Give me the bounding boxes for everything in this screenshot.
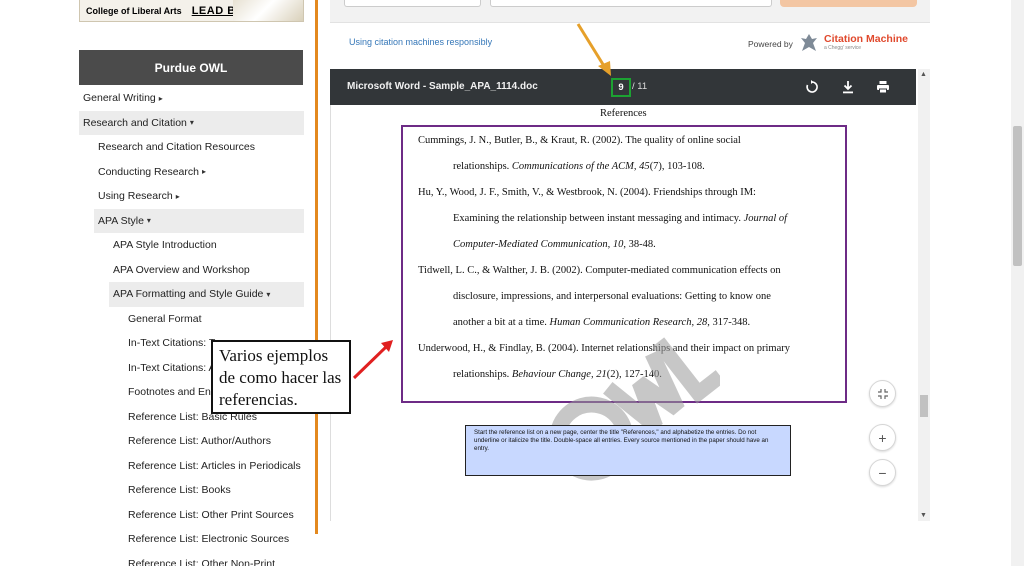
sidebar-item-label: APA Style Introduction xyxy=(113,239,217,252)
reference-instructions-note: Start the reference list on a new page, … xyxy=(465,425,791,476)
reference-line: Underwood, H., & Findlay, B. (2004). Int… xyxy=(418,343,790,354)
pdf-scrollbar-thumb[interactable] xyxy=(920,395,928,417)
caret-right-icon: ▸ xyxy=(158,93,163,103)
sidebar-item-label: Reference List: Articles in Periodicals xyxy=(128,459,301,472)
college-logo[interactable]: College of Liberal Arts LEAD BOLDLY. xyxy=(79,0,304,22)
reference-line: Hu, Y., Wood, J. F., Smith, V., & Westbr… xyxy=(418,187,756,198)
zoom-out-button[interactable]: − xyxy=(869,459,896,486)
sidebar-item[interactable]: Reference List: Author/Authors xyxy=(79,429,304,454)
sidebar-item[interactable]: Conducting Research ▸ xyxy=(79,160,304,185)
reference-line: Cummings, J. N., Butler, B., & Kraut, R.… xyxy=(418,135,741,146)
sidebar-item[interactable]: Research and Citation Resources xyxy=(79,135,304,160)
citation-machines-link[interactable]: Using citation machines responsibly xyxy=(349,37,492,47)
sidebar-header[interactable]: Purdue OWL xyxy=(79,50,303,85)
sidebar-item-label: APA Overview and Workshop xyxy=(113,263,250,276)
sidebar-item[interactable]: APA Style Introduction xyxy=(79,233,304,258)
sidebar-nav: General Writing ▸ Research and Citation ▾ Re… xyxy=(79,86,304,566)
pdf-scrollbar[interactable]: ▲ ▼ xyxy=(918,69,930,521)
plus-icon: + xyxy=(878,429,887,446)
page-root: College of Liberal Arts LEAD BOLDLY. Pur… xyxy=(0,0,1024,566)
sidebar-item-label: General Writing xyxy=(83,92,156,105)
pdf-page-input[interactable]: 9 xyxy=(611,78,631,97)
sidebar-item-label: Reference List: Electronic Sources xyxy=(128,533,290,546)
citation-search-input[interactable] xyxy=(490,0,772,7)
annotation-callout: Varios ejemplos de como hacer las refere… xyxy=(211,340,351,414)
sidebar-item-label: APA Style xyxy=(98,214,144,227)
pdf-toolbar: Microsoft Word - Sample_APA_1114.doc 9 /… xyxy=(330,69,916,105)
caret-down-icon: ▾ xyxy=(189,118,194,128)
column-divider xyxy=(315,0,318,534)
citation-machine-logo-icon xyxy=(801,34,817,51)
sidebar-item-label: Footnotes and End xyxy=(128,386,217,399)
rotate-icon[interactable] xyxy=(804,78,820,96)
sidebar-item-label: Reference List: Books xyxy=(128,484,231,497)
citation-machine-subtitle: a Chegg' service xyxy=(824,45,862,51)
orange-arrow xyxy=(576,23,606,67)
sidebar-item[interactable]: Reference List: Other Non-Print xyxy=(79,552,304,566)
sidebar-item[interactable]: Reference List: Books xyxy=(79,478,304,503)
sidebar-item[interactable]: Reference List: Other Print Sources xyxy=(79,503,304,528)
fit-to-page-icon xyxy=(877,388,888,399)
sidebar-item[interactable]: Using Research ▸ xyxy=(79,184,304,209)
sidebar-item-label: Reference List: Other Print Sources xyxy=(128,508,294,521)
sidebar-item-label: General Format xyxy=(128,312,202,325)
sidebar-item-label: Reference List: Author/Authors xyxy=(128,435,271,448)
logo-text: College of Liberal Arts xyxy=(86,5,182,16)
sidebar-item-label: Research and Citation Resources xyxy=(98,141,255,154)
sidebar-item[interactable]: Reference List: Electronic Sources xyxy=(79,527,304,552)
pdf-document-title: Microsoft Word - Sample_APA_1114.doc xyxy=(347,81,538,92)
print-icon[interactable] xyxy=(875,78,891,96)
sidebar-item[interactable]: Research and Citation ▾ xyxy=(79,110,304,135)
sidebar-item-label: Using Research xyxy=(98,190,173,203)
caret-right-icon: ▸ xyxy=(201,167,206,177)
caret-down-icon: ▾ xyxy=(266,289,271,299)
fit-page-button[interactable] xyxy=(869,380,896,407)
page-scrollbar-thumb[interactable] xyxy=(1013,126,1022,266)
reference-line: relationships. Behaviour Change, 21(2), … xyxy=(453,369,662,380)
reference-line: another a bit at a time. Human Communica… xyxy=(453,317,751,328)
pdf-page-total: / 11 xyxy=(632,81,648,92)
page-scrollbar[interactable] xyxy=(1011,0,1024,566)
sidebar-item-label: In-Text Citations: T xyxy=(128,337,216,350)
sidebar-item[interactable]: Reference List: Articles in Periodicals xyxy=(79,454,304,479)
sidebar-item[interactable]: General Format xyxy=(79,307,304,332)
sidebar-item-label: In-Text Citations: A xyxy=(128,361,216,374)
powered-by-label: Powered by xyxy=(748,39,793,49)
sidebar-item-label: Research and Citation xyxy=(83,116,187,129)
reference-line: disclosure, impressions, and interperson… xyxy=(453,291,771,302)
citation-type-select[interactable] xyxy=(344,0,481,7)
reference-line: Tidwell, L. C., & Walther, J. B. (2002).… xyxy=(418,265,781,276)
sidebar-item[interactable]: General Writing ▸ xyxy=(79,86,304,111)
scroll-down-arrow-icon[interactable]: ▼ xyxy=(920,512,927,519)
sidebar-item[interactable]: APA Formatting and Style Guide ▾ xyxy=(109,282,304,307)
scroll-up-arrow-icon[interactable]: ▲ xyxy=(920,71,927,78)
cite-button[interactable] xyxy=(780,0,917,7)
minus-icon: − xyxy=(878,464,887,481)
reference-line: relationships. Communications of the ACM… xyxy=(453,161,705,172)
citation-machine-brand[interactable]: Citation Machine xyxy=(824,33,908,45)
reference-line: Computer-Mediated Communication, 10, 38-… xyxy=(453,239,656,250)
zoom-in-button[interactable]: + xyxy=(869,424,896,451)
sidebar-item-label: Conducting Research xyxy=(98,165,199,178)
caret-right-icon: ▸ xyxy=(175,191,180,201)
sidebar-item[interactable]: APA Style ▾ xyxy=(94,208,304,233)
sidebar-item-label: APA Formatting and Style Guide xyxy=(113,288,264,301)
references-heading: References xyxy=(600,108,647,119)
caret-down-icon: ▾ xyxy=(146,216,151,226)
reference-line: Examining the relationship between insta… xyxy=(453,213,788,224)
sidebar-item-label: Reference List: Other Non-Print xyxy=(128,557,276,566)
logo-graphic xyxy=(233,0,303,21)
download-icon[interactable] xyxy=(840,78,856,96)
sidebar-item[interactable]: APA Overview and Workshop xyxy=(79,258,304,283)
